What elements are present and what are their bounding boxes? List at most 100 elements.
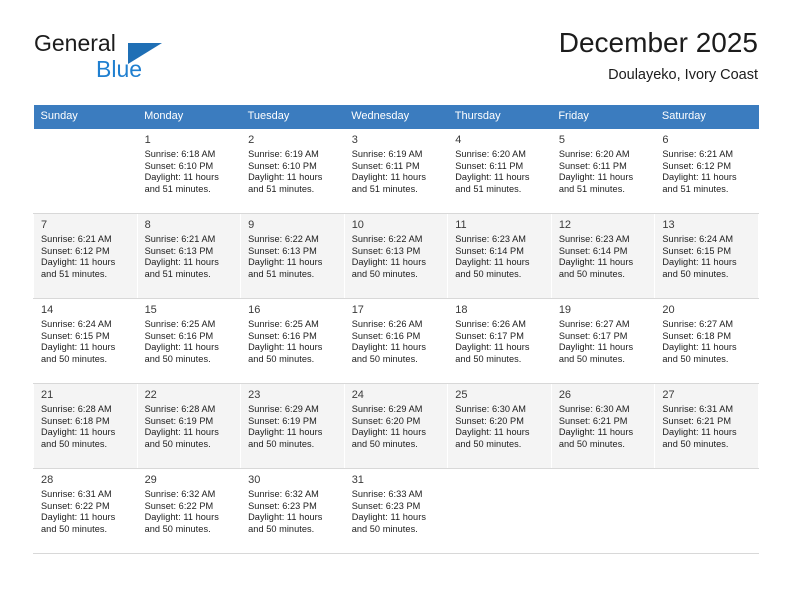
daylight-text-line1: Daylight: 11 hours [248, 172, 323, 183]
calendar-cell-inner: 7 Sunrise: 6:21 AM Sunset: 6:12 PM Daylight… [34, 214, 137, 294]
sunset-text: Sunset: 6:16 PM [248, 330, 317, 341]
calendar-day-cell[interactable]: 19 Sunrise: 6:27 AM Sunset: 6:17 PM Dayligh… [550, 298, 656, 384]
calendar-cell-inner: 10 Sunrise: 6:22 AM Sunset: 6:13 PM Dayligh… [344, 214, 448, 294]
sunrise-text: Sunrise: 6:21 AM [662, 149, 734, 159]
day-number: 30 [248, 474, 261, 486]
calendar-week-row: 21 Sunrise: 6:28 AM Sunset: 6:18 PM Dayligh… [33, 383, 759, 469]
day-info: Sunrise: 6:20 AM Sunset: 6:11 PM Daylight:… [455, 149, 545, 195]
calendar-cell-empty [447, 468, 552, 554]
day-number: 21 [41, 389, 54, 401]
daylight-text-line1: Daylight: 11 hours [558, 427, 634, 438]
sunset-text: Sunset: 6:17 PM [558, 330, 628, 341]
calendar-cell-inner [448, 469, 551, 549]
brand-name-bottom: Blue [96, 56, 143, 82]
daylight-text-line1: Daylight: 11 hours [662, 342, 737, 353]
calendar-cell-inner: 8 Sunrise: 6:21 AM Sunset: 6:13 PM Daylight… [137, 214, 241, 294]
sunrise-text: Sunrise: 6:31 AM [41, 489, 112, 499]
calendar-cell-inner: 5 Sunrise: 6:20 AM Sunset: 6:11 PM Daylight… [552, 129, 655, 209]
calendar-day-cell[interactable]: 23 Sunrise: 6:29 AM Sunset: 6:19 PM Dayligh… [240, 383, 345, 469]
calendar-day-cell[interactable]: 8 Sunrise: 6:21 AM Sunset: 6:13 PM Daylight… [136, 213, 242, 299]
daylight-text-line2: and 50 minutes. [41, 523, 108, 534]
calendar-day-cell[interactable]: 17 Sunrise: 6:26 AM Sunset: 6:16 PM Dayligh… [343, 298, 449, 384]
sunset-text: Sunset: 6:15 PM [41, 330, 110, 341]
calendar-day-cell[interactable]: 18 Sunrise: 6:26 AM Sunset: 6:17 PM Dayligh… [447, 298, 552, 384]
day-number: 22 [144, 389, 157, 401]
calendar-day-cell[interactable]: 11 Sunrise: 6:23 AM Sunset: 6:14 PM Dayligh… [447, 213, 552, 299]
calendar-day-cell[interactable]: 29 Sunrise: 6:32 AM Sunset: 6:22 PM Dayligh… [136, 468, 242, 554]
calendar-cell-inner: 20 Sunrise: 6:27 AM Sunset: 6:18 PM Dayligh… [655, 299, 758, 379]
calendar-day-cell[interactable]: 6 Sunrise: 6:21 AM Sunset: 6:12 PM Daylight… [654, 129, 759, 214]
calendar-day-cell[interactable]: 12 Sunrise: 6:23 AM Sunset: 6:14 PM Dayligh… [550, 213, 656, 299]
brand-logo[interactable]: General Blue [34, 30, 234, 90]
sunset-text: Sunset: 6:13 PM [144, 245, 214, 256]
sunset-text: Sunset: 6:20 PM [351, 415, 421, 426]
sunset-text: Sunset: 6:17 PM [455, 330, 524, 341]
calendar-day-cell[interactable]: 1 Sunrise: 6:18 AM Sunset: 6:10 PM Daylight… [136, 129, 242, 214]
calendar-week-row: 7 Sunrise: 6:21 AM Sunset: 6:12 PM Daylight… [33, 213, 759, 299]
calendar-day-cell[interactable]: 7 Sunrise: 6:21 AM Sunset: 6:12 PM Daylight… [33, 213, 138, 299]
calendar-day-cell[interactable]: 27 Sunrise: 6:31 AM Sunset: 6:21 PM Dayligh… [654, 383, 759, 469]
day-info: Sunrise: 6:25 AM Sunset: 6:16 PM Daylight:… [248, 319, 338, 365]
calendar-day-cell[interactable]: 5 Sunrise: 6:20 AM Sunset: 6:11 PM Daylight… [550, 129, 656, 214]
day-number: 3 [351, 134, 358, 146]
calendar-day-cell[interactable]: 15 Sunrise: 6:25 AM Sunset: 6:16 PM Dayligh… [136, 298, 242, 384]
calendar-day-cell[interactable]: 26 Sunrise: 6:30 AM Sunset: 6:21 PM Dayligh… [550, 383, 656, 469]
day-number: 8 [144, 219, 151, 231]
calendar-cell-inner: 16 Sunrise: 6:25 AM Sunset: 6:16 PM Dayligh… [241, 299, 344, 379]
sunrise-text: Sunrise: 6:25 AM [144, 319, 216, 329]
calendar-day-cell[interactable]: 21 Sunrise: 6:28 AM Sunset: 6:18 PM Dayligh… [33, 383, 138, 469]
day-number: 28 [41, 474, 54, 486]
sunset-text: Sunset: 6:21 PM [558, 415, 628, 426]
calendar-day-cell[interactable]: 9 Sunrise: 6:22 AM Sunset: 6:13 PM Daylight… [240, 213, 345, 299]
calendar-day-cell[interactable]: 10 Sunrise: 6:22 AM Sunset: 6:13 PM Dayligh… [343, 213, 449, 299]
weekday-header-tuesday: Tuesday [240, 105, 345, 129]
sunset-text: Sunset: 6:18 PM [41, 415, 110, 426]
weekday-header-friday: Friday [551, 105, 655, 129]
sunset-text: Sunset: 6:15 PM [662, 245, 732, 256]
sunrise-text: Sunrise: 6:28 AM [144, 404, 216, 414]
day-info: Sunrise: 6:30 AM Sunset: 6:20 PM Daylight:… [455, 404, 545, 450]
day-info: Sunrise: 6:23 AM Sunset: 6:14 PM Daylight:… [455, 234, 545, 280]
day-number: 20 [662, 304, 675, 316]
calendar-day-cell[interactable]: 24 Sunrise: 6:29 AM Sunset: 6:20 PM Dayligh… [343, 383, 449, 469]
sunrise-text: Sunrise: 6:33 AM [351, 489, 423, 499]
calendar-cell-empty [654, 468, 759, 554]
daylight-text-line2: and 51 minutes. [455, 183, 522, 194]
day-number: 11 [455, 219, 467, 231]
sunset-text: Sunset: 6:14 PM [558, 245, 628, 256]
sunset-text: Sunset: 6:13 PM [248, 245, 317, 256]
calendar-day-cell[interactable]: 25 Sunrise: 6:30 AM Sunset: 6:20 PM Dayligh… [447, 383, 552, 469]
day-info: Sunrise: 6:26 AM Sunset: 6:17 PM Daylight:… [455, 319, 545, 365]
sunrise-text: Sunrise: 6:21 AM [144, 234, 216, 244]
daylight-text-line1: Daylight: 11 hours [558, 342, 634, 353]
daylight-text-line1: Daylight: 11 hours [455, 427, 530, 438]
sunrise-text: Sunrise: 6:29 AM [351, 404, 423, 414]
calendar-day-cell[interactable]: 31 Sunrise: 6:33 AM Sunset: 6:23 PM Dayligh… [343, 468, 449, 554]
daylight-text-line1: Daylight: 11 hours [351, 257, 426, 268]
day-info: Sunrise: 6:33 AM Sunset: 6:23 PM Daylight:… [352, 489, 442, 535]
sunset-text: Sunset: 6:16 PM [351, 330, 421, 341]
day-number: 16 [248, 304, 261, 316]
calendar-table: Sunday Monday Tuesday Wednesday Thursday Frid… [33, 105, 759, 554]
calendar-day-cell[interactable]: 3 Sunrise: 6:19 AM Sunset: 6:11 PM Daylight… [343, 129, 449, 214]
calendar-day-cell[interactable]: 13 Sunrise: 6:24 AM Sunset: 6:15 PM Dayligh… [654, 213, 759, 299]
daylight-text-line2: and 50 minutes. [351, 523, 418, 534]
calendar-cell-inner: 23 Sunrise: 6:29 AM Sunset: 6:19 PM Dayligh… [241, 384, 344, 464]
daylight-text-line2: and 51 minutes. [248, 268, 315, 279]
calendar-day-cell[interactable]: 4 Sunrise: 6:20 AM Sunset: 6:11 PM Daylight… [447, 129, 552, 214]
calendar-day-cell[interactable]: 30 Sunrise: 6:32 AM Sunset: 6:23 PM Dayligh… [240, 468, 345, 554]
calendar-day-cell[interactable]: 14 Sunrise: 6:24 AM Sunset: 6:15 PM Dayligh… [33, 298, 138, 384]
daylight-text-line2: and 50 minutes. [558, 268, 625, 279]
calendar-day-cell[interactable]: 22 Sunrise: 6:28 AM Sunset: 6:19 PM Dayligh… [136, 383, 242, 469]
calendar-cell-inner: 28 Sunrise: 6:31 AM Sunset: 6:22 PM Dayligh… [34, 469, 137, 549]
calendar-day-cell[interactable]: 16 Sunrise: 6:25 AM Sunset: 6:16 PM Dayligh… [240, 298, 345, 384]
day-info: Sunrise: 6:21 AM Sunset: 6:12 PM Daylight:… [662, 149, 752, 195]
brand-name-top: General [34, 30, 116, 56]
day-number: 26 [558, 389, 572, 401]
daylight-text-line1: Daylight: 11 hours [351, 512, 426, 523]
daylight-text-line2: and 51 minutes. [351, 183, 418, 194]
calendar-day-cell[interactable]: 28 Sunrise: 6:31 AM Sunset: 6:22 PM Dayligh… [33, 468, 138, 554]
calendar-day-cell[interactable]: 2 Sunrise: 6:19 AM Sunset: 6:10 PM Daylight… [240, 129, 345, 214]
calendar-cell-inner: 3 Sunrise: 6:19 AM Sunset: 6:11 PM Daylight… [345, 129, 448, 209]
calendar-day-cell[interactable]: 20 Sunrise: 6:27 AM Sunset: 6:18 PM Dayligh… [654, 298, 759, 384]
